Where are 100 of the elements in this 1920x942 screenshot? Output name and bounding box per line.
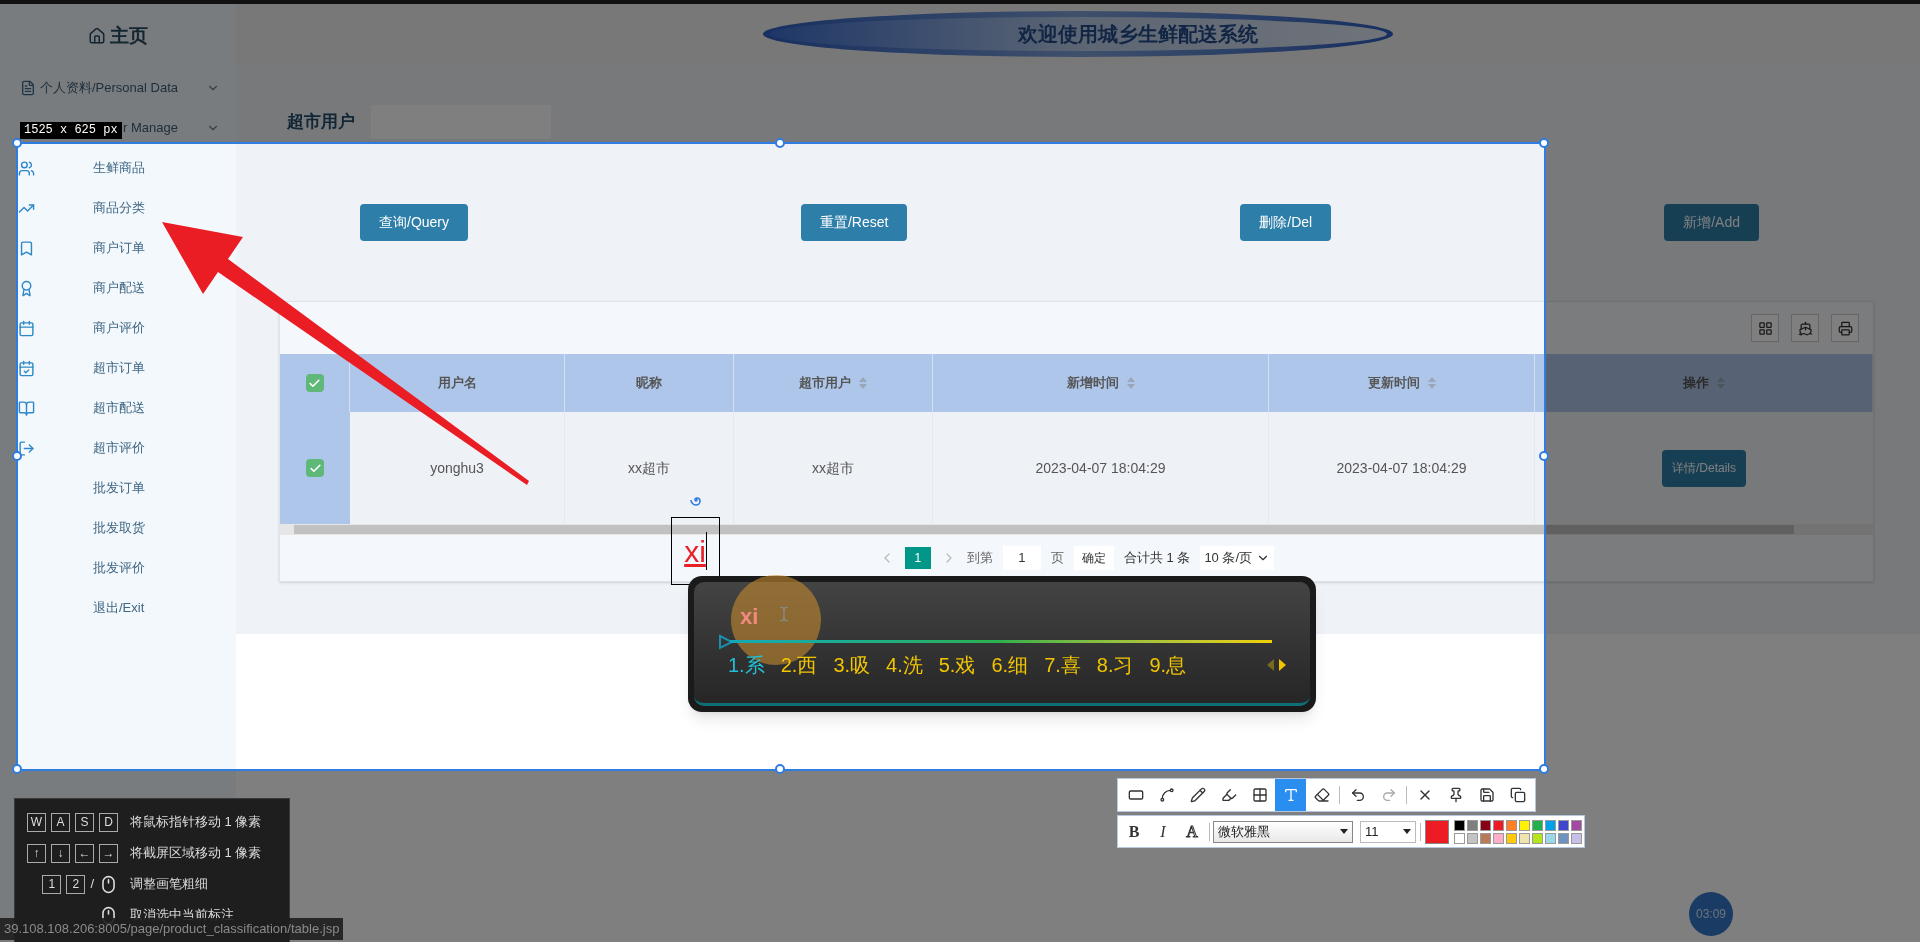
candidate[interactable]: 9.息 (1149, 650, 1187, 680)
menu-item[interactable]: 超市配送 (93, 398, 145, 418)
menu-item[interactable]: 商户订单 (93, 238, 145, 258)
menu-item[interactable]: 批发订单 (93, 478, 145, 498)
candidate[interactable]: 8.习 (1096, 650, 1134, 680)
color-swatch[interactable] (1454, 832, 1465, 844)
resize-handle[interactable] (1539, 764, 1549, 774)
resize-handle[interactable] (1539, 451, 1549, 461)
color-swatch[interactable] (1545, 819, 1556, 831)
table-cell-text: 2023-04-07 18:04:29 (1035, 458, 1166, 478)
key-cap: A (51, 812, 70, 832)
people-chart-icon (18, 159, 35, 177)
color-swatch[interactable] (1493, 819, 1504, 831)
page-button[interactable]: 1 (904, 547, 931, 569)
redo-icon (1380, 787, 1397, 803)
color-swatch[interactable] (1519, 819, 1530, 831)
font-size-select[interactable]: 11 (1360, 820, 1416, 843)
action-button[interactable]: 删除/Del (1240, 204, 1332, 241)
current-color[interactable] (1425, 819, 1449, 844)
page-arrows-icon[interactable] (1266, 657, 1288, 673)
color-swatch[interactable] (1454, 819, 1465, 831)
checkbox[interactable] (305, 374, 324, 392)
menu-item[interactable]: 超市订单 (93, 358, 145, 378)
logout-icon (18, 439, 35, 457)
color-swatch[interactable] (1467, 832, 1478, 844)
table-cell-text: 2023-04-07 18:04:29 (1336, 458, 1467, 478)
page-input[interactable]: 1 (1002, 546, 1041, 570)
candidate[interactable]: 3.吸 (833, 650, 871, 680)
menu-item[interactable]: 批发评价 (93, 558, 145, 578)
menu-item[interactable]: 商品分类 (93, 198, 145, 218)
capture-selection[interactable] (16, 142, 1546, 771)
table-tool-button[interactable] (1751, 314, 1779, 342)
color-swatch[interactable] (1480, 832, 1491, 844)
color-swatch[interactable] (1467, 819, 1478, 831)
confirm-button[interactable]: 确定 (1073, 546, 1114, 570)
dropdown-icon (1340, 829, 1348, 834)
candidate[interactable]: 6.细 (991, 650, 1029, 680)
scrollbar[interactable] (280, 524, 1873, 535)
format-button[interactable]: I (1149, 817, 1177, 846)
color-swatch[interactable] (1519, 832, 1530, 844)
check-icon (308, 461, 322, 475)
search-label: 超市用户 (287, 111, 355, 134)
menu-item[interactable]: 超市评价 (93, 438, 145, 458)
book-icon (18, 399, 35, 417)
candidate[interactable]: 7.喜 (1044, 650, 1081, 680)
shape-icon (1127, 787, 1144, 803)
color-swatch[interactable] (1545, 832, 1556, 844)
menu-section[interactable]: r Manage (123, 118, 178, 138)
checkbox[interactable] (306, 459, 324, 477)
color-swatch[interactable] (1571, 819, 1582, 831)
color-swatch[interactable] (1506, 832, 1517, 844)
key-cap: ← (75, 843, 94, 863)
key-cap: W (27, 812, 46, 832)
key-cap: → (99, 843, 118, 863)
candidate[interactable]: 4.洗 (886, 650, 923, 680)
home-icon[interactable] (88, 27, 106, 45)
menu-item[interactable]: 商户配送 (93, 278, 145, 298)
key-cap: 2 (66, 874, 86, 894)
banner-title: 欢迎使用城乡生鲜配送系统 (1018, 22, 1258, 47)
resize-handle[interactable] (775, 138, 785, 148)
resize-handle[interactable] (775, 764, 785, 774)
key-cap: ↓ (51, 843, 70, 863)
menu-section[interactable]: 个人资料/Personal Data (40, 78, 178, 98)
page-unit: 页 (1050, 549, 1064, 568)
menu-item[interactable]: 生鲜商品 (93, 158, 145, 178)
home-link[interactable]: 主页 (110, 21, 148, 51)
color-swatch[interactable] (1532, 819, 1543, 831)
format-button[interactable]: B (1120, 817, 1148, 846)
print-icon (1837, 320, 1853, 336)
color-swatch[interactable] (1480, 819, 1491, 831)
menu-item[interactable]: 批发取货 (93, 518, 145, 538)
color-swatch[interactable] (1571, 832, 1582, 844)
candidate[interactable]: 2.西 (780, 650, 818, 680)
spiral-icon (690, 494, 702, 506)
goto-label: 到第 (966, 549, 993, 568)
resize-handle[interactable] (1539, 138, 1549, 148)
copy-icon (1509, 787, 1526, 803)
font-select[interactable]: 微软雅黑 (1213, 820, 1353, 843)
action-button[interactable]: 重置/Reset (800, 204, 908, 241)
action-button[interactable]: 查询/Query (360, 204, 468, 241)
color-swatch[interactable] (1506, 819, 1517, 831)
bookmark-icon (18, 239, 35, 257)
color-swatch[interactable] (1493, 832, 1504, 844)
candidate[interactable]: 1.系 (728, 650, 765, 680)
table-tool-button[interactable] (1831, 314, 1859, 342)
candidate[interactable]: 5.戏 (938, 650, 976, 680)
color-swatch[interactable] (1558, 819, 1569, 831)
resize-handle[interactable] (12, 451, 22, 461)
menu-item[interactable]: 商户评价 (93, 318, 145, 338)
resize-handle[interactable] (12, 764, 22, 774)
table-tool-button[interactable] (1791, 314, 1819, 342)
page-size-select[interactable]: 10 条/页 (1200, 546, 1275, 570)
menu-item[interactable]: 退出/Exit (93, 598, 145, 618)
format-button[interactable]: A (1178, 817, 1206, 846)
key-cap: D (99, 812, 118, 832)
color-swatch[interactable] (1532, 832, 1543, 844)
pencil-icon (1189, 787, 1206, 803)
caret-icon (718, 634, 734, 650)
mouse-icon (99, 874, 118, 894)
color-swatch[interactable] (1558, 832, 1569, 844)
